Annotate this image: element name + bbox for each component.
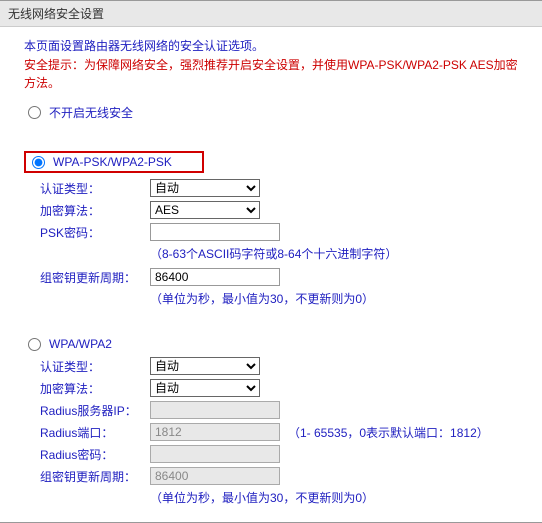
- input-rekey-2[interactable]: [150, 467, 280, 485]
- label-enc-1: 加密算法：: [40, 202, 150, 219]
- radio-disable-security[interactable]: [28, 106, 41, 119]
- rekey-hint-1: （单位为秒，最小值为30，不更新则为0）: [150, 290, 518, 307]
- input-radius-ip[interactable]: [150, 401, 280, 419]
- row-enc-2: 加密算法： 自动: [40, 379, 518, 397]
- input-rekey-1[interactable]: [150, 268, 280, 286]
- select-auth-type-2[interactable]: 自动: [150, 357, 260, 375]
- select-enc-2[interactable]: 自动: [150, 379, 260, 397]
- highlight-wpa-psk: WPA-PSK/WPA2-PSK: [24, 151, 204, 173]
- radius-port-note: （1- 65535，0表示默认端口：1812）: [288, 424, 489, 441]
- label-radius-ip: Radius服务器IP：: [40, 402, 150, 419]
- label-rekey-1: 组密钥更新周期：: [40, 269, 150, 286]
- radio-wpa-label: WPA/WPA2: [49, 337, 112, 351]
- select-auth-type-1[interactable]: 自动: [150, 179, 260, 197]
- radio-wpa-psk[interactable]: [32, 156, 45, 169]
- warning-text: 安全提示：为保障网络安全，强烈推荐开启安全设置，并使用WPA-PSK/WPA2-…: [24, 56, 518, 92]
- row-radius-pwd: Radius密码：: [40, 445, 518, 463]
- psk-hint: （8-63个ASCII码字符或8-64个十六进制字符）: [150, 245, 518, 262]
- label-auth-type-2: 认证类型：: [40, 358, 150, 375]
- input-radius-pwd[interactable]: [150, 445, 280, 463]
- label-radius-port: Radius端口：: [40, 424, 150, 441]
- radio-wpa[interactable]: [28, 338, 41, 351]
- radio-row-wpa: WPA/WPA2: [24, 337, 518, 351]
- row-radius-ip: Radius服务器IP：: [40, 401, 518, 419]
- radio-disable-label: 不开启无线安全: [49, 104, 133, 121]
- row-auth-type-1: 认证类型： 自动: [40, 179, 518, 197]
- label-enc-2: 加密算法：: [40, 380, 150, 397]
- security-panel: 无线网络安全设置 本页面设置路由器无线网络的安全认证选项。 安全提示：为保障网络…: [0, 0, 542, 523]
- label-auth-type-1: 认证类型：: [40, 180, 150, 197]
- row-rekey-2: 组密钥更新周期：: [40, 467, 518, 485]
- row-radius-port: Radius端口： （1- 65535，0表示默认端口：1812）: [40, 423, 518, 441]
- label-psk: PSK密码：: [40, 224, 150, 241]
- input-psk[interactable]: [150, 223, 280, 241]
- row-enc-1: 加密算法： AES: [40, 201, 518, 219]
- radio-row-wpa-psk: WPA-PSK/WPA2-PSK: [24, 151, 518, 173]
- input-radius-port[interactable]: [150, 423, 280, 441]
- row-auth-type-2: 认证类型： 自动: [40, 357, 518, 375]
- radio-row-disable: 不开启无线安全: [24, 104, 518, 121]
- row-rekey-1: 组密钥更新周期：: [40, 268, 518, 286]
- row-psk: PSK密码：: [40, 223, 518, 241]
- panel-title: 无线网络安全设置: [0, 1, 542, 27]
- intro-text: 本页面设置路由器无线网络的安全认证选项。: [24, 37, 518, 54]
- select-enc-1[interactable]: AES: [150, 201, 260, 219]
- panel-content: 本页面设置路由器无线网络的安全认证选项。 安全提示：为保障网络安全，强烈推荐开启…: [0, 27, 542, 522]
- label-radius-pwd: Radius密码：: [40, 446, 150, 463]
- radio-wpa-psk-label: WPA-PSK/WPA2-PSK: [53, 155, 172, 169]
- rekey-hint-2: （单位为秒，最小值为30，不更新则为0）: [150, 489, 518, 506]
- label-rekey-2: 组密钥更新周期：: [40, 468, 150, 485]
